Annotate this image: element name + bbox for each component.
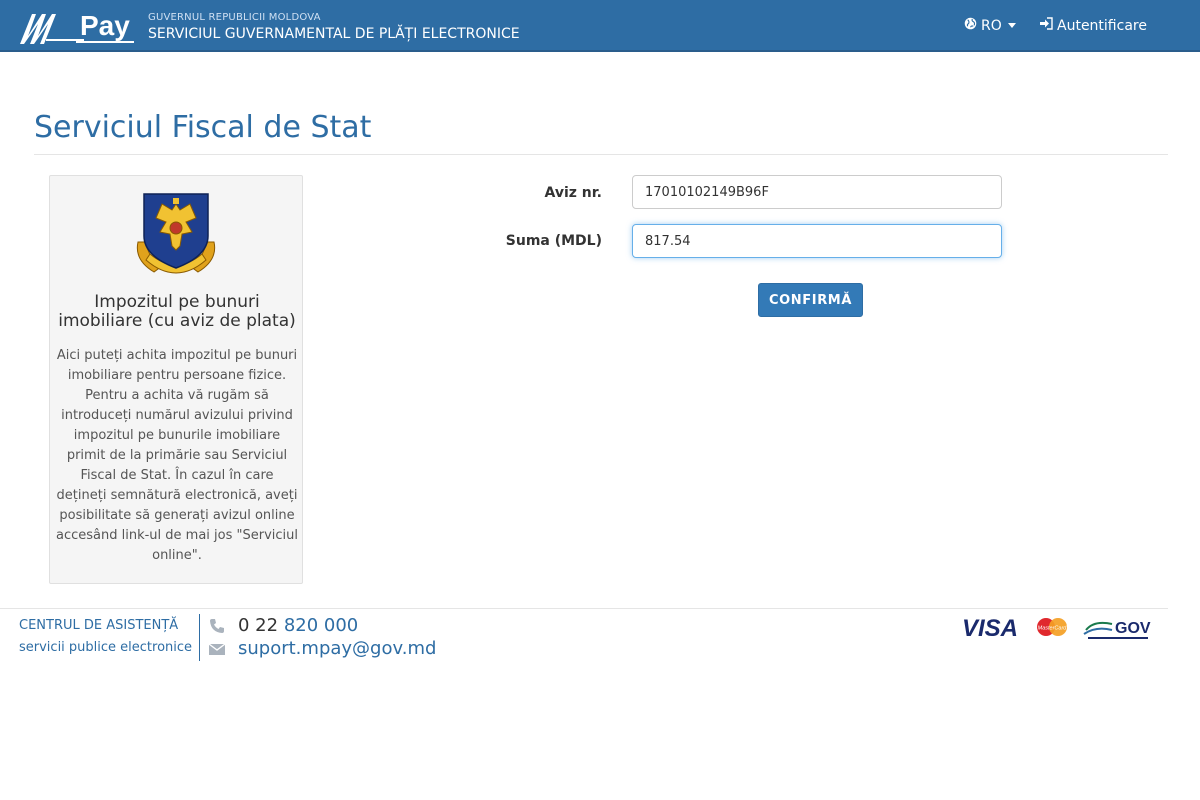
email-address: suport.mpay@gov.md [238, 638, 437, 659]
aviz-number-input[interactable] [632, 175, 1002, 209]
help-center-title: CENTRUL DE ASISTENȚĂ [19, 618, 179, 633]
help-divider [199, 614, 200, 661]
amount-input[interactable] [632, 224, 1002, 258]
footer-divider [0, 608, 1168, 609]
gov-text: GOV [1115, 620, 1151, 637]
state-fiscal-service-emblem-icon [128, 190, 224, 282]
top-navbar: Pay GUVERNUL REPUBLICII MOLDOVA SERVICIU… [0, 0, 1200, 52]
mpay-logo[interactable]: Pay [18, 6, 136, 48]
service-name: SERVICIUL GUVERNAMENTAL DE PLĂȚI ELECTRO… [148, 26, 520, 42]
mpay-logo-graphic: Pay [20, 10, 134, 44]
phone-number: 820 000 [283, 615, 359, 636]
caret-down-icon [1007, 23, 1016, 28]
aviz-number-label: Aviz nr. [544, 185, 602, 201]
confirm-button[interactable]: CONFIRMĂ [758, 283, 863, 317]
sign-in-icon [1039, 17, 1053, 34]
help-center-subtitle: servicii publice electronice [19, 640, 193, 655]
title-divider [34, 154, 1168, 155]
page-title: Serviciul Fiscal de Stat [34, 110, 372, 145]
service-info-panel: Impozitul pe bunuri imobiliare (cu aviz … [49, 175, 303, 584]
language-label: RO [981, 17, 1002, 34]
logo-pay-text: Pay [80, 10, 130, 41]
contact-phone[interactable]: 0 22 820 000 [208, 615, 358, 636]
globe-icon [964, 17, 977, 34]
amount-label: Suma (MDL) [505, 233, 602, 249]
service-description: Aici puteți achita impozitul pe bunuri i… [56, 348, 299, 563]
phone-icon [208, 617, 226, 635]
login-label: Autentificare [1057, 17, 1147, 34]
mgov-logo: GOV [1083, 620, 1151, 639]
language-selector[interactable]: RO [964, 17, 1016, 34]
visa-logo: VISA [962, 615, 1018, 642]
service-title: Impozitul pe bunuri imobiliare (cu aviz … [58, 292, 296, 331]
envelope-icon [208, 640, 226, 658]
mastercard-text: MasterCard [1038, 626, 1068, 632]
gov-name: GUVERNUL REPUBLICII MOLDOVA [148, 12, 321, 23]
contact-email[interactable]: suport.mpay@gov.md [208, 638, 436, 659]
payment-logos: VISA MasterCard GOV [962, 612, 1152, 642]
phone-prefix: 0 22 [238, 615, 279, 636]
login-link[interactable]: Autentificare [1039, 17, 1147, 34]
mastercard-logo: MasterCard [1037, 618, 1067, 636]
